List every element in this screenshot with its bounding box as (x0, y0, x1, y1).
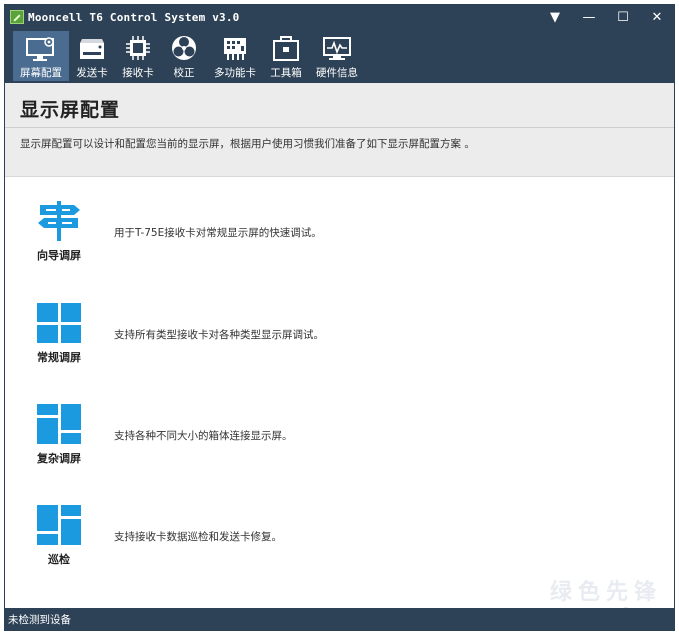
monitor-settings-icon (26, 37, 54, 61)
tab-label: 发送卡 (76, 67, 108, 79)
sender-card-icon (80, 39, 104, 59)
option-description: 用于T-75E接收卡对常规显示屏的快速调试。 (114, 227, 322, 239)
menu-dropdown-button[interactable]: ▼ (538, 5, 572, 29)
option-name: 复杂调屏 (37, 452, 81, 465)
page-description: 显示屏配置可以设计和配置您当前的显示屏，根据用户使用习惯我们准备了如下显示屏配置… (20, 138, 475, 150)
option-description: 支持所有类型接收卡对各种类型显示屏调试。 (114, 329, 324, 341)
inspection-grid-icon (31, 501, 87, 549)
page-header: 显示屏配置 显示屏配置可以设计和配置您当前的显示屏，根据用户使用习惯我们准备了如… (5, 83, 674, 177)
tab-calibration[interactable]: 校正 (161, 31, 207, 81)
tab-label: 校正 (173, 67, 195, 79)
tab-toolbox[interactable]: 工具箱 (263, 31, 309, 81)
status-bar: 未检测到设备 (5, 608, 674, 630)
option-name: 常规调屏 (37, 351, 81, 364)
receiver-chip-icon (126, 36, 150, 60)
tab-sender-card[interactable]: 发送卡 (69, 31, 115, 81)
option-wizard[interactable]: 向导调屏 用于T-75E接收卡对常规显示屏的快速调试。 (5, 197, 665, 287)
option-complex[interactable]: 复杂调屏 支持各种不同大小的箱体连接显示屏。 (5, 400, 665, 490)
app-logo-icon (10, 10, 24, 24)
tab-label: 硬件信息 (316, 67, 358, 79)
option-description: 支持各种不同大小的箱体连接显示屏。 (114, 430, 293, 442)
calibration-icon (172, 36, 196, 60)
app-window: Mooncell T6 Control System v3.0 ▼ — ☐ ✕ … (4, 4, 675, 631)
status-text: 未检测到设备 (8, 613, 71, 626)
tab-screen-config[interactable]: 屏幕配置 (13, 31, 69, 81)
minimize-button[interactable]: — (572, 5, 606, 29)
close-button[interactable]: ✕ (640, 5, 674, 29)
window-controls: ▼ — ☐ ✕ (538, 5, 674, 29)
hardware-info-icon (323, 37, 351, 60)
tab-label: 屏幕配置 (20, 67, 62, 79)
header-divider (5, 127, 674, 128)
signpost-icon (31, 197, 87, 245)
regular-grid-icon (31, 299, 87, 347)
toolbox-icon (273, 36, 299, 61)
tab-label: 多功能卡 (214, 67, 256, 79)
window-title: Mooncell T6 Control System v3.0 (28, 10, 240, 24)
tab-hardware-info[interactable]: 硬件信息 (309, 31, 365, 81)
tab-multifunction-card[interactable]: 多功能卡 (207, 31, 263, 81)
main-toolbar: 屏幕配置 发送卡 接收卡 校正 多功能卡 工具箱 硬件信息 (5, 29, 674, 83)
option-name: 巡检 (48, 553, 70, 566)
option-inspection[interactable]: 巡检 支持接收卡数据巡检和发送卡修复。 (5, 501, 665, 591)
option-name: 向导调屏 (37, 249, 81, 262)
option-description: 支持接收卡数据巡检和发送卡修复。 (114, 531, 282, 543)
tab-receiver-card[interactable]: 接收卡 (115, 31, 161, 81)
multifunction-card-icon (224, 38, 246, 60)
page-title: 显示屏配置 (20, 99, 121, 121)
complex-grid-icon (31, 400, 87, 448)
title-bar: Mooncell T6 Control System v3.0 ▼ — ☐ ✕ (5, 5, 674, 29)
tab-label: 接收卡 (122, 67, 154, 79)
option-regular[interactable]: 常规调屏 支持所有类型接收卡对各种类型显示屏调试。 (5, 299, 665, 389)
maximize-button[interactable]: ☐ (606, 5, 640, 29)
tab-label: 工具箱 (270, 67, 302, 79)
